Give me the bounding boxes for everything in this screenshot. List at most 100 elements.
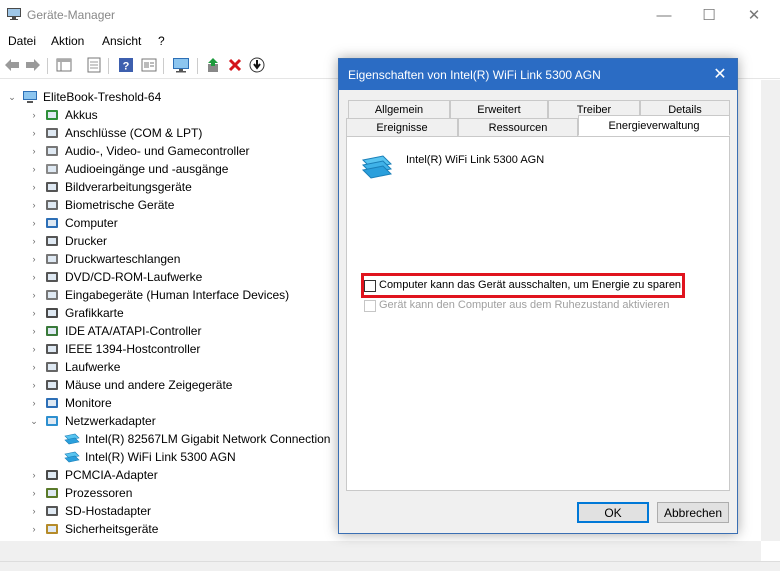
disc-drive-icon <box>46 272 58 282</box>
network-adapter-icon <box>64 433 80 445</box>
expand-chevron-icon[interactable]: › <box>28 160 40 178</box>
expand-chevron-icon[interactable]: › <box>28 268 40 286</box>
power-off-label[interactable]: Computer kann das Gerät ausschalten, um … <box>379 279 681 291</box>
tree-category[interactable]: › SD-Hostadapter <box>28 502 152 520</box>
expand-chevron-icon[interactable]: › <box>28 196 40 214</box>
tab-erweitert[interactable]: Erweitert <box>450 100 548 118</box>
tree-category[interactable]: › Computer <box>28 214 118 232</box>
print-queue-icon <box>46 254 58 264</box>
expand-chevron-icon[interactable]: › <box>28 178 40 196</box>
back-arrow-icon[interactable] <box>3 56 21 74</box>
tree-category[interactable]: › Audio-, Video- und Gamecontroller <box>28 142 250 160</box>
port-icon <box>46 128 58 138</box>
tree-category-label: Druckwarteschlangen <box>65 252 181 266</box>
fingerprint-icon <box>46 200 58 210</box>
tab-ereignisse[interactable]: Ereignisse <box>346 118 458 136</box>
tree-category-label: Prozessoren <box>65 486 133 500</box>
horizontal-scrollbar[interactable] <box>0 541 761 561</box>
expand-chevron-icon[interactable]: › <box>28 214 40 232</box>
maximize-button[interactable]: ☐ <box>686 0 732 30</box>
tree-category[interactable]: › Anschlüsse (COM & LPT) <box>28 124 203 142</box>
expand-chevron-icon[interactable]: › <box>28 484 40 502</box>
expand-chevron-icon[interactable]: › <box>28 322 40 340</box>
forward-arrow-icon[interactable] <box>24 56 42 74</box>
device-manager-icon <box>7 8 21 20</box>
tree-category[interactable]: › Bildverarbeitungsgeräte <box>28 178 192 196</box>
uninstall-x-icon[interactable] <box>226 56 244 74</box>
tree-category[interactable]: › PCMCIA-Adapter <box>28 466 158 484</box>
expand-chevron-icon[interactable]: › <box>28 466 40 484</box>
tab-ressourcen[interactable]: Ressourcen <box>458 118 578 136</box>
tree-category[interactable]: ⌄ Netzwerkadapter <box>28 412 156 430</box>
tree-category[interactable]: › Audioeingänge und -ausgänge <box>28 160 229 178</box>
view-icon[interactable] <box>140 56 158 74</box>
tree-category-label: SD-Hostadapter <box>65 504 152 518</box>
svg-text:?: ? <box>123 61 130 73</box>
close-button[interactable]: ✕ <box>731 0 777 30</box>
vertical-scrollbar[interactable] <box>761 80 780 541</box>
tree-root[interactable]: ⌄ EliteBook-Treshold-64 <box>6 88 161 106</box>
expand-chevron-icon[interactable]: › <box>28 142 40 160</box>
collapse-chevron-icon[interactable]: ⌄ <box>28 412 40 430</box>
expand-chevron-icon[interactable]: › <box>28 340 40 358</box>
expand-chevron-icon[interactable]: › <box>28 376 40 394</box>
tree-category[interactable]: › Drucker <box>28 232 108 250</box>
expand-chevron-icon[interactable]: › <box>28 250 40 268</box>
expand-chevron-icon[interactable]: › <box>28 106 40 124</box>
menu-help[interactable]: ? <box>158 34 165 48</box>
tree-device[interactable]: Intel(R) 82567LM Gigabit Network Connect… <box>64 430 330 448</box>
tree-device-label: Intel(R) 82567LM Gigabit Network Connect… <box>85 432 331 446</box>
expand-chevron-icon[interactable]: › <box>28 502 40 520</box>
dialog-close-button[interactable]: ✕ <box>709 63 731 85</box>
update-driver-icon[interactable] <box>204 56 222 74</box>
tree-category[interactable]: › Prozessoren <box>28 484 133 502</box>
menu-aktion[interactable]: Aktion <box>51 34 84 48</box>
expand-chevron-icon[interactable]: › <box>28 394 40 412</box>
cancel-button[interactable]: Abbrechen <box>657 502 729 523</box>
tree-category-label: Biometrische Geräte <box>65 198 175 212</box>
network-adapter-icon <box>64 451 80 463</box>
computer-icon <box>46 218 58 228</box>
ok-button[interactable]: OK <box>577 502 649 523</box>
tree-category[interactable]: › Biometrische Geräte <box>28 196 175 214</box>
expand-chevron-icon[interactable]: › <box>28 358 40 376</box>
expand-chevron-icon[interactable]: › <box>28 286 40 304</box>
tree-category[interactable]: › Monitore <box>28 394 112 412</box>
tree-category[interactable]: › IDE ATA/ATAPI-Controller <box>28 322 202 340</box>
tree-category[interactable]: › Sicherheitsgeräte <box>28 520 159 538</box>
expand-chevron-icon[interactable]: › <box>28 124 40 142</box>
expand-chevron-icon[interactable]: › <box>28 304 40 322</box>
tree-category[interactable]: › Grafikkarte <box>28 304 124 322</box>
expand-chevron-icon[interactable]: › <box>28 232 40 250</box>
wake-computer-checkbox <box>364 300 376 312</box>
collapse-chevron-icon[interactable]: ⌄ <box>6 88 18 106</box>
download-icon[interactable] <box>248 56 266 74</box>
tree-category[interactable]: › IEEE 1394-Hostcontroller <box>28 340 201 358</box>
scan-hardware-monitor-icon[interactable] <box>172 56 190 74</box>
tree-category[interactable]: › Akkus <box>28 106 98 124</box>
tab-energieverwaltung[interactable]: Energieverwaltung <box>578 115 730 136</box>
tab-allgemein[interactable]: Allgemein <box>348 100 450 118</box>
speaker-icon <box>46 146 58 156</box>
show-hidden-icon[interactable] <box>85 56 103 74</box>
tree-category[interactable]: › Druckwarteschlangen <box>28 250 181 268</box>
hid-icon <box>46 290 58 300</box>
security-key-icon <box>46 524 58 534</box>
battery-icon <box>46 110 58 120</box>
network-adapter-icon <box>361 155 393 179</box>
tree-device[interactable]: Intel(R) WiFi Link 5300 AGN <box>64 448 236 466</box>
tree-category-label: Audio-, Video- und Gamecontroller <box>65 144 250 158</box>
tree-category[interactable]: › Laufwerke <box>28 358 121 376</box>
power-off-checkbox[interactable] <box>364 280 376 292</box>
wake-computer-label: Gerät kann den Computer aus dem Ruhezust… <box>379 299 670 311</box>
monitor-icon <box>46 398 58 408</box>
tree-category[interactable]: › Eingabegeräte (Human Interface Devices) <box>28 286 290 304</box>
help-icon[interactable]: ? <box>117 56 135 74</box>
properties-grid-icon[interactable] <box>55 56 73 74</box>
menu-ansicht[interactable]: Ansicht <box>102 34 141 48</box>
menu-datei[interactable]: Datei <box>8 34 36 48</box>
expand-chevron-icon[interactable]: › <box>28 520 40 538</box>
minimize-button[interactable]: — <box>641 0 687 30</box>
tree-category[interactable]: › Mäuse und andere Zeigegeräte <box>28 376 233 394</box>
tree-category[interactable]: › DVD/CD-ROM-Laufwerke <box>28 268 203 286</box>
